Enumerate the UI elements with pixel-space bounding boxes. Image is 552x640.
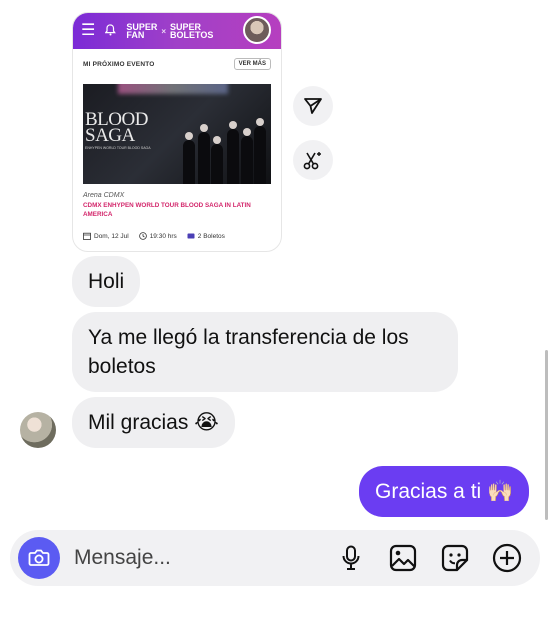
ticket-icon — [187, 233, 195, 239]
avatar[interactable] — [20, 412, 56, 448]
see-more-button[interactable]: VER MÁS — [233, 58, 271, 70]
plus-circle-icon — [492, 543, 522, 573]
event-poster: BLOOD SAGA ENHYPEN WORLD TOUR BLOOD SAGA — [83, 84, 271, 184]
send-icon — [304, 98, 322, 114]
event-meta: Dom, 12 Jul 19:30 hrs 2 Boletos — [83, 232, 271, 240]
gallery-button[interactable] — [388, 543, 418, 573]
message-composer[interactable]: Mensaje... — [10, 530, 540, 586]
message-bubble: Ya me llegó la transferencia de los bole… — [72, 312, 458, 392]
poster-tour-text: ENHYPEN WORLD TOUR BLOOD SAGA — [85, 146, 151, 150]
calendar-icon — [83, 232, 91, 240]
card-header: ☰ SUPER FAN × SUPER BOLETOS — [73, 13, 281, 49]
avatar — [243, 16, 271, 44]
message-bubble: Holi — [72, 256, 141, 307]
message-bubble: Mil gracias 😭 — [72, 397, 235, 448]
section-title: MI PRÓXIMO EVENTO — [83, 60, 155, 68]
hamburger-icon: ☰ — [81, 22, 96, 39]
share-button[interactable] — [293, 86, 333, 126]
scrollbar[interactable] — [545, 350, 548, 520]
event-tickets: 2 Boletos — [187, 232, 225, 240]
more-button[interactable] — [492, 543, 522, 573]
event-title: CDMX ENHYPEN WORLD TOUR BLOOD SAGA IN LA… — [83, 202, 251, 218]
camera-icon — [28, 549, 50, 566]
my-message-bubble: Gracias a ti 🙌🏻 — [359, 466, 530, 517]
event-date: Dom, 12 Jul — [83, 232, 129, 240]
sparkle-scissors-icon — [303, 152, 321, 170]
remix-button[interactable] — [293, 140, 333, 180]
shared-event-card[interactable]: ☰ SUPER FAN × SUPER BOLETOS MI PRÓXIMO E… — [72, 12, 282, 252]
poster-title: BLOOD SAGA — [85, 109, 148, 146]
microphone-button[interactable] — [336, 543, 366, 573]
camera-button[interactable] — [18, 537, 60, 579]
sticker-button[interactable] — [440, 543, 470, 573]
event-venue: Arena CDMX — [83, 192, 125, 199]
message-input[interactable]: Mensaje... — [74, 546, 336, 570]
superfan-superboletos-logo: SUPER FAN × SUPER BOLETOS — [126, 22, 214, 40]
microphone-icon — [342, 545, 360, 570]
event-time: 19:30 hrs — [138, 232, 177, 240]
clock-icon — [138, 232, 147, 240]
sticker-icon — [441, 544, 469, 572]
bell-icon — [104, 23, 117, 39]
image-icon — [389, 544, 417, 572]
